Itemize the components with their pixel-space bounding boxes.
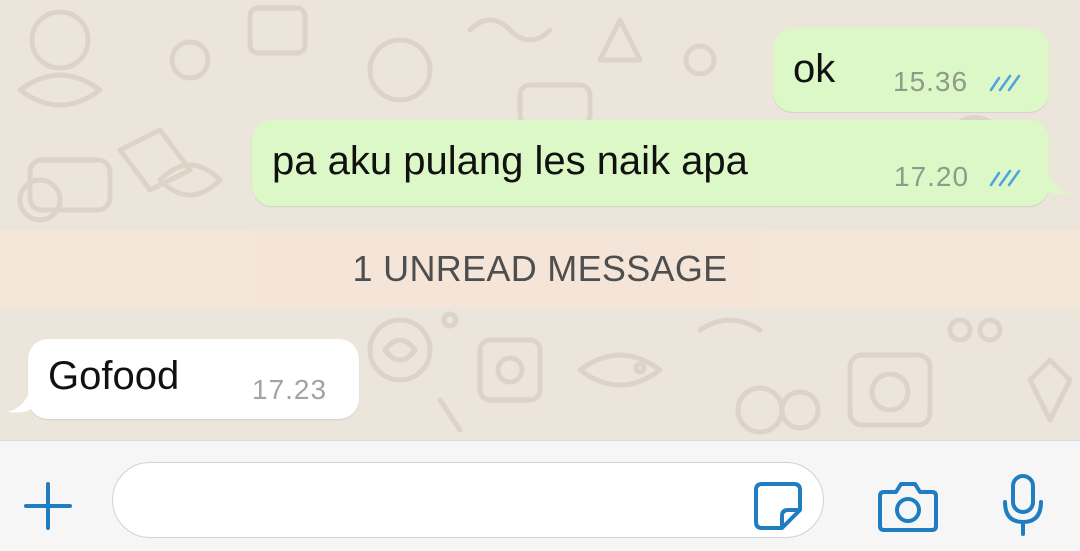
message-text: pa aku pulang les naik apa [272,139,748,183]
message-input[interactable] [112,462,824,538]
message-bubble-incoming[interactable]: Gofood 17.23 [28,339,359,419]
unread-messages-banner: 1 UNREAD MESSAGE [0,230,1080,308]
message-bubble-outgoing[interactable]: ok 15.36 [773,28,1049,112]
microphone-icon[interactable] [998,472,1048,538]
message-composer [0,440,1080,551]
message-text: ok [793,47,836,91]
unread-messages-label: 1 UNREAD MESSAGE [352,248,728,289]
plus-icon[interactable] [20,478,76,534]
message-bubble-outgoing[interactable]: pa aku pulang les naik apa 17.20 [252,120,1049,206]
double-check-icon [989,74,1021,92]
camera-icon[interactable] [876,478,940,534]
message-timestamp: 17.20 [894,161,970,192]
message-text: Gofood [48,354,180,398]
message-timestamp: 15.36 [893,66,969,97]
message-timestamp: 17.23 [252,374,328,405]
chat-screen: ok 15.36 pa aku pulang les naik apa 17.2… [0,0,1080,551]
sticker-icon[interactable] [752,480,804,532]
bubble-tail [8,382,32,413]
bubble-tail [1046,164,1070,195]
double-check-icon [989,169,1021,187]
